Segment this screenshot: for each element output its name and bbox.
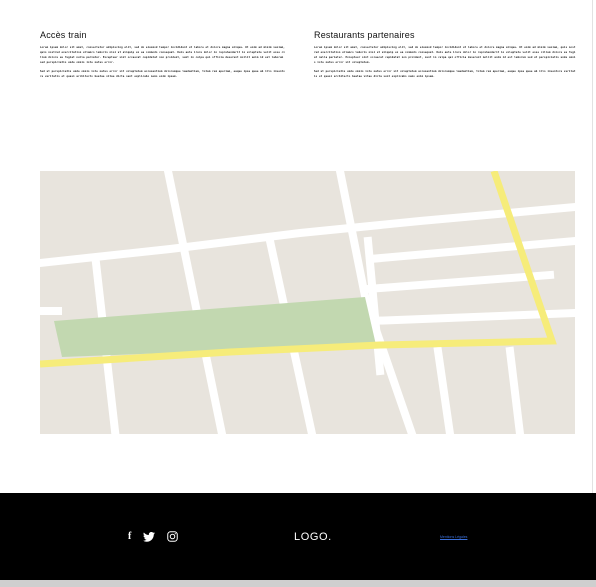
section-train-access: Accès train Lorem ipsum dolor sit amet, … [40, 30, 286, 83]
instagram-icon-svg [167, 531, 179, 542]
partner-restaurants-paragraph-1: Lorem ipsum dolor sit amet, consectetur … [314, 46, 576, 64]
footer-logo[interactable]: LOGO. [294, 531, 332, 543]
twitter-icon[interactable] [143, 531, 156, 542]
instagram-icon[interactable] [167, 531, 179, 542]
train-access-paragraph-1: Lorem ipsum dolor sit amet, consectetur … [40, 46, 285, 64]
facebook-glyph: f [128, 531, 132, 542]
map[interactable] [40, 171, 575, 434]
social-links: f [128, 531, 179, 542]
twitter-icon-svg [143, 531, 156, 542]
facebook-icon[interactable]: f [128, 531, 131, 542]
train-access-paragraph-2: Sed ut perspiciatis unde omnis iste natu… [40, 70, 285, 78]
map-canvas[interactable] [40, 171, 575, 434]
partner-restaurants-title: Restaurants partenaires [314, 30, 415, 40]
train-access-title: Accès train [40, 30, 87, 40]
partner-restaurants-paragraph-2: Sed ut perspiciatis unde omnis iste natu… [314, 70, 576, 78]
bottom-scrollbar-strip [0, 580, 596, 587]
section-partner-restaurants: Restaurants partenaires Lorem ipsum dolo… [314, 30, 576, 83]
legal-notice-link[interactable]: Mentions Légales [440, 535, 467, 539]
